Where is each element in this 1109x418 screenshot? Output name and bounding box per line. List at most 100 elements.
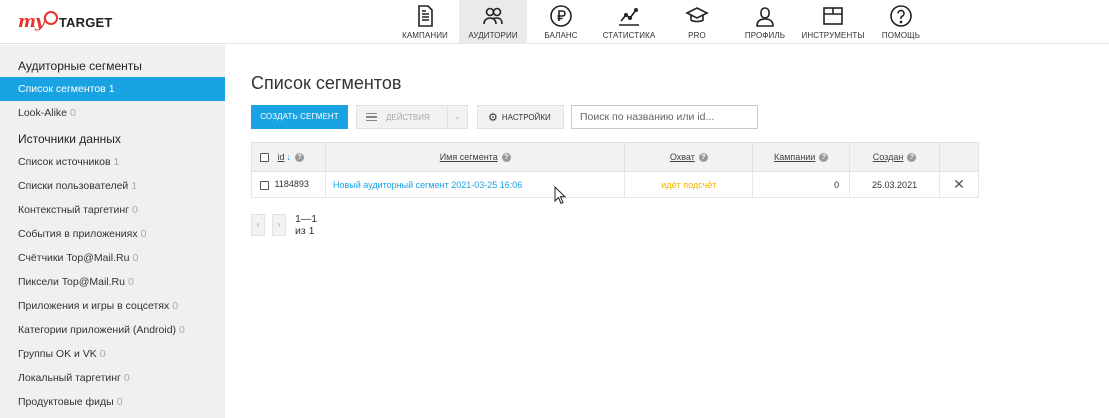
sidebar-item-top-mail-pixels[interactable]: Пиксели Top@Mail.Ru 0 (0, 270, 225, 294)
help-icon[interactable]: ? (501, 153, 511, 163)
select-all-checkbox[interactable] (260, 153, 269, 163)
sidebar-item-label: События в приложениях (18, 228, 138, 240)
sidebar-item-android-categories[interactable]: Категории приложений (Android) 0 (0, 318, 225, 342)
sidebar-item-label: Продуктовые фиды (18, 396, 114, 408)
cell-created: 25.03.2021 (849, 171, 941, 198)
sidebar-item-count: 1 (108, 83, 115, 95)
settings-label: НАСТРОЙКИ (501, 112, 551, 122)
nav-help[interactable]: ПОМОЩЬ (867, 0, 935, 44)
help-icon[interactable]: ? (295, 153, 305, 163)
sidebar-item-label: Контекстный таргетинг (18, 204, 129, 216)
sidebar: Аудиторные сегменты Список сегментов 1 Lo… (0, 45, 225, 418)
sidebar-item-app-events[interactable]: События в приложениях 0 (0, 222, 225, 246)
cell-name: Новый аудиторный сегмент 2021-03-25 16:0… (324, 171, 626, 198)
nav-audiences-label: АУДИТОРИИ (468, 31, 518, 40)
sidebar-item-segment-list[interactable]: Список сегментов 1 (0, 77, 225, 101)
actions-dropdown[interactable]: ДЕЙСТВИЯ ⌄ (356, 105, 468, 129)
nav-balance-label: БАЛАНС (544, 31, 578, 40)
sidebar-item-count: 0 (99, 348, 106, 360)
sidebar-item-count: 0 (127, 276, 134, 288)
actions-label: ДЕЙСТВИЯ (386, 112, 430, 122)
nav-profile-label: ПРОФИЛЬ (744, 31, 786, 40)
col-actions (939, 142, 979, 172)
nav-tools[interactable]: ИНСТРУМЕНТЫ (799, 0, 867, 44)
sidebar-item-social-apps[interactable]: Приложения и игры в соцсетях 0 (0, 294, 225, 318)
sidebar-item-user-lists[interactable]: Списки пользователей 1 (0, 174, 225, 198)
nav-statistics[interactable]: СТАТИСТИКА (595, 0, 663, 44)
sidebar-item-count: 0 (132, 252, 139, 264)
chevron-down-icon: ⌄ (447, 106, 467, 128)
col-reach-label[interactable]: Охват (670, 152, 695, 162)
col-name[interactable]: Имя сегмента? (324, 142, 626, 172)
sidebar-item-label: Списки пользователей (18, 180, 129, 192)
page-title: Список сегментов (251, 73, 402, 93)
col-created[interactable]: Создан? (849, 142, 941, 172)
gear-icon: ⚙ (488, 111, 498, 124)
sidebar-item-count: 0 (123, 372, 130, 384)
close-icon[interactable]: ✕ (953, 176, 965, 192)
help-icon[interactable]: ? (907, 153, 917, 163)
sidebar-item-label: Счётчики Top@Mail.Ru (18, 252, 130, 264)
sidebar-item-count: 0 (179, 324, 185, 336)
row-checkbox[interactable] (260, 180, 269, 190)
col-campaigns-label[interactable]: Кампании (774, 152, 815, 162)
col-created-label[interactable]: Создан (873, 152, 904, 162)
help-icon[interactable]: ? (698, 153, 708, 163)
sidebar-section-audience-segments: Аудиторные сегменты (18, 59, 142, 73)
col-campaigns[interactable]: Кампании? (752, 142, 851, 172)
sidebar-item-count: 0 (116, 396, 123, 408)
col-id-label[interactable]: id (278, 152, 285, 162)
nav-audiences[interactable]: АУДИТОРИИ (459, 0, 527, 44)
sidebar-item-label: Группы OK и VK (18, 348, 97, 360)
row-id: 1184893 (274, 179, 309, 190)
sidebar-item-label: Look-Alike (18, 107, 68, 119)
sidebar-item-count: 0 (172, 300, 179, 312)
nav-pro[interactable]: PRO (663, 0, 731, 44)
cell-delete: ✕ (939, 171, 979, 198)
logo-bubble-icon (43, 11, 58, 25)
sidebar-item-product-feeds[interactable]: Продуктовые фиды 0 (0, 390, 225, 414)
next-page-button[interactable]: › (271, 214, 286, 236)
table-header-row: id ↓? Имя сегмента? Охват? Кампании? Созд… (251, 142, 979, 172)
table-row[interactable]: 1184893 Новый аудиторный сегмент 2021-03… (251, 171, 979, 198)
sidebar-item-label: Категории приложений (Android) (18, 324, 177, 336)
nav-pro-label: PRO (688, 31, 706, 40)
campaigns-count: 0 (834, 179, 840, 190)
profile-icon (756, 7, 774, 27)
mouse-cursor-icon (554, 186, 567, 205)
created-date: 25.03.2021 (872, 179, 918, 190)
segment-name-link[interactable]: Новый аудиторный сегмент 2021-03-25 16:0… (333, 180, 522, 190)
nav-profile[interactable]: ПРОФИЛЬ (731, 0, 799, 44)
col-name-label[interactable]: Имя сегмента (440, 152, 498, 162)
campaigns-icon (418, 5, 433, 27)
search-input[interactable] (571, 105, 758, 129)
mytarget-logo[interactable]: my TARGET (18, 11, 113, 33)
logo-my: my (18, 12, 45, 32)
nav-tools-label: ИНСТРУМЕНТЫ (801, 31, 865, 40)
sidebar-item-label: Пиксели Top@Mail.Ru (18, 276, 125, 288)
sidebar-item-local-targeting[interactable]: Локальный таргетинг 0 (0, 366, 225, 390)
balance-icon (550, 5, 572, 27)
create-segment-button[interactable]: СОЗДАТЬ СЕГМЕНТ (251, 105, 348, 129)
reach-status: идёт подсчёт (661, 179, 717, 190)
prev-page-button[interactable]: ‹ (251, 214, 265, 236)
sidebar-item-source-list[interactable]: Список источников 1 (0, 150, 225, 174)
main-nav: КАМПАНИИ АУДИТОРИИ БАЛАНС СТАТИСТИКА PRO… (391, 0, 935, 44)
cell-reach: идёт подсчёт (624, 171, 754, 198)
nav-campaigns[interactable]: КАМПАНИИ (391, 0, 459, 44)
sidebar-section-data-sources: Источники данных (18, 132, 121, 146)
sidebar-item-ok-vk-groups[interactable]: Группы OK и VK 0 (0, 342, 225, 366)
sidebar-item-context-targeting[interactable]: Контекстный таргетинг 0 (0, 198, 225, 222)
sidebar-item-count: 1 (113, 156, 120, 168)
sidebar-item-look-alike[interactable]: Look-Alike 0 (0, 101, 225, 125)
sidebar-item-top-mail-counters[interactable]: Счётчики Top@Mail.Ru 0 (0, 246, 225, 270)
nav-balance[interactable]: БАЛАНС (527, 0, 595, 44)
sidebar-item-label: Список источников (18, 156, 111, 168)
settings-button[interactable]: ⚙ НАСТРОЙКИ (477, 105, 564, 129)
col-reach[interactable]: Охват? (624, 142, 754, 172)
help-icon[interactable]: ? (819, 153, 829, 163)
tools-icon (823, 7, 843, 25)
col-id[interactable]: id ↓? (251, 142, 326, 172)
cell-id: 1184893 (251, 171, 326, 198)
sidebar-item-label: Приложения и игры в соцсетях (18, 300, 170, 312)
